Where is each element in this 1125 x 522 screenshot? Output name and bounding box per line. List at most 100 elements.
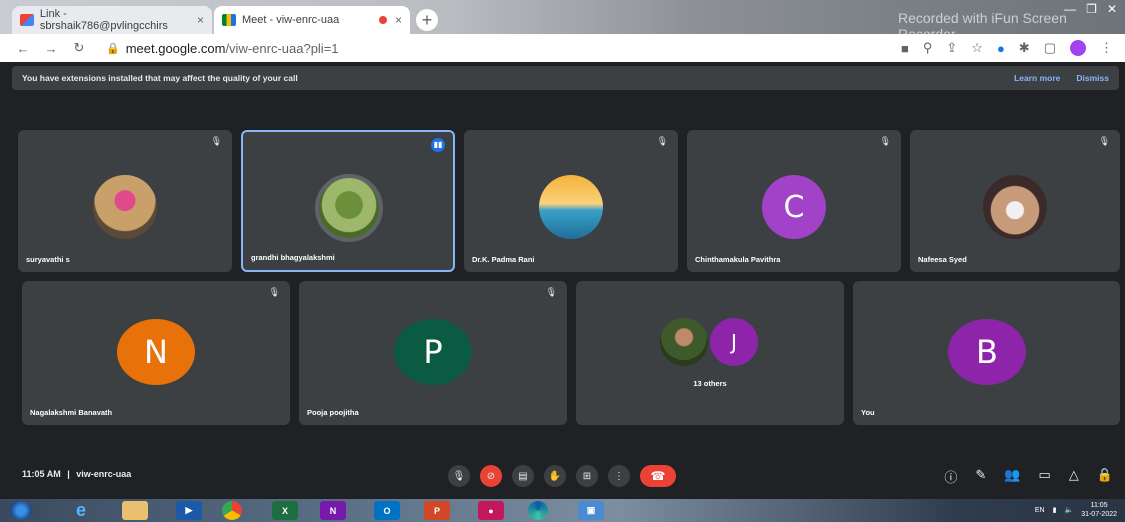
- microphone-button[interactable]: 🎙: [448, 465, 470, 487]
- participant-name: You: [861, 408, 875, 417]
- pin-icon[interactable]: ✎: [975, 467, 986, 486]
- dismiss-button[interactable]: Dismiss: [1076, 73, 1109, 83]
- edge-icon[interactable]: [528, 501, 548, 520]
- participant-avatar: C: [762, 175, 826, 239]
- participant-name: grandhi bhagyalakshmi: [251, 253, 335, 262]
- host-controls-icon[interactable]: 🔒: [1097, 467, 1113, 486]
- meeting-time: 11:05 AM: [22, 469, 61, 479]
- present-button[interactable]: ⊞: [576, 465, 598, 487]
- participant-name: suryavathi s: [26, 255, 70, 264]
- participant-tile[interactable]: 🎙 suryavathi s: [18, 130, 232, 272]
- sidepanel-icon[interactable]: ▢: [1044, 40, 1056, 56]
- windows-taskbar: e ▶ X N O P ● ▣ EN ▮ 🔈 11:05 31-07-2022: [0, 499, 1125, 522]
- info-icon[interactable]: ⓘ: [944, 467, 957, 486]
- meeting-details: 11:05 AM | viw-enrc-uaa: [22, 469, 131, 479]
- zoom-icon[interactable]: ⚲: [923, 40, 933, 56]
- more-icon: ⋮: [614, 470, 624, 482]
- camera-icon[interactable]: ■: [901, 41, 909, 56]
- participant-tile[interactable]: ▮▮ grandhi bhagyalakshmi: [241, 130, 455, 272]
- puzzle-icon[interactable]: ✱: [1019, 40, 1030, 56]
- mic-off-icon: 🎙: [210, 136, 222, 146]
- camera-off-icon: ⊘: [486, 470, 496, 482]
- participant-tile[interactable]: 🎙 Nafeesa Syed: [910, 130, 1120, 272]
- captions-button[interactable]: ▤: [512, 465, 534, 487]
- menu-icon[interactable]: ⋮: [1100, 40, 1113, 56]
- recording-dot-icon: [378, 16, 387, 24]
- participant-avatar: J: [710, 318, 758, 366]
- new-tab-button[interactable]: +: [416, 9, 438, 31]
- profile-avatar[interactable]: [1070, 40, 1086, 56]
- phone-hangup-icon: ☎: [650, 469, 666, 483]
- participant-name: Dr.K. Padma Rani: [472, 255, 535, 264]
- participant-tile[interactable]: 🎙 C Chinthamakula Pavithra: [687, 130, 901, 272]
- address-bar: ← → ↻ 🔒 meet.google.com/viw-enrc-uaa?pli…: [0, 34, 1125, 62]
- mic-off-icon: 🎙: [268, 287, 280, 297]
- start-button[interactable]: [10, 501, 32, 520]
- network-icon[interactable]: ▮: [1053, 506, 1057, 514]
- others-tile[interactable]: J 13 others: [576, 281, 844, 425]
- camera-off-button[interactable]: ⊘: [480, 465, 502, 487]
- browser-toolbar: ■ ⚲ ⇪ ☆ ● ✱ ▢ ⋮: [901, 40, 1113, 56]
- volume-icon[interactable]: 🔈: [1064, 506, 1073, 514]
- close-window-button[interactable]: ✕: [1107, 2, 1117, 16]
- learn-more-link[interactable]: Learn more: [1014, 73, 1060, 83]
- excel-icon[interactable]: X: [272, 501, 298, 520]
- mic-off-icon: 🎙: [879, 136, 891, 146]
- meet-icon: [222, 14, 236, 26]
- banner-text: You have extensions installed that may a…: [22, 73, 298, 83]
- url-field[interactable]: meet.google.com/viw-enrc-uaa?pli=1: [126, 41, 339, 56]
- raise-hand-button[interactable]: ✋: [544, 465, 566, 487]
- people-icon[interactable]: 👥: [1004, 467, 1020, 486]
- back-icon[interactable]: ←: [12, 41, 34, 56]
- screen-recorder-icon[interactable]: ●: [478, 501, 504, 520]
- chrome-icon[interactable]: [222, 501, 242, 520]
- captions-icon: ▤: [518, 470, 528, 482]
- tab-meet[interactable]: Meet - viw-enrc-uaa ×: [214, 6, 410, 34]
- others-count: 13 others: [693, 379, 727, 388]
- participant-tile-self[interactable]: B You: [853, 281, 1120, 425]
- mic-off-icon: 🎙: [545, 287, 557, 297]
- close-tab-icon[interactable]: ×: [197, 13, 204, 27]
- participant-photo: [539, 175, 603, 239]
- extension-icon[interactable]: ●: [997, 41, 1005, 56]
- ie-icon[interactable]: e: [68, 500, 94, 520]
- maximize-button[interactable]: ❐: [1086, 2, 1097, 16]
- participant-tile[interactable]: 🎙 P Pooja poojitha: [299, 281, 567, 425]
- more-options-button[interactable]: ⋮: [608, 465, 630, 487]
- lock-icon[interactable]: 🔒: [106, 42, 120, 55]
- taskbar-clock[interactable]: 11:05 31-07-2022: [1081, 501, 1117, 519]
- participant-photo: [660, 318, 708, 366]
- meeting-code: viw-enrc-uaa: [76, 469, 132, 479]
- close-tab-icon[interactable]: ×: [395, 13, 402, 27]
- forward-icon[interactable]: →: [40, 41, 62, 56]
- bookmark-star-icon[interactable]: ☆: [971, 40, 983, 56]
- participant-tile[interactable]: 🎙 Dr.K. Padma Rani: [464, 130, 678, 272]
- outlook-icon[interactable]: O: [374, 501, 400, 520]
- chat-icon[interactable]: ▭: [1039, 467, 1051, 486]
- participant-name: Chinthamakula Pavithra: [695, 255, 781, 264]
- language-indicator[interactable]: EN: [1035, 507, 1045, 514]
- participant-avatar: B: [948, 319, 1026, 385]
- onenote-icon[interactable]: N: [320, 501, 346, 520]
- url-host: meet.google.com: [125, 40, 226, 56]
- gmail-icon: [20, 14, 34, 26]
- present-icon: ⊞: [582, 470, 592, 482]
- activities-icon[interactable]: △: [1069, 467, 1079, 486]
- participant-tile[interactable]: 🎙 N Nagalakshmi Banavath: [22, 281, 290, 425]
- tab-gmail[interactable]: Link - sbrshaik786@pvlingcchirs ×: [12, 6, 212, 34]
- file-explorer-icon[interactable]: [122, 501, 148, 520]
- reload-icon[interactable]: ↻: [68, 40, 90, 56]
- leave-call-button[interactable]: ☎: [640, 465, 676, 487]
- participant-avatar: P: [394, 319, 472, 385]
- clock-date: 31-07-2022: [1081, 511, 1117, 518]
- media-player-icon[interactable]: ▶: [176, 501, 202, 520]
- meeting-controls-bar: 11:05 AM | viw-enrc-uaa 🎙 ⊘ ▤ ✋ ⊞ ⋮ ☎ ⓘ …: [0, 455, 1125, 499]
- minimize-button[interactable]: —: [1064, 2, 1076, 16]
- share-icon[interactable]: ⇪: [946, 40, 957, 56]
- url-path: /viw-enrc-uaa?pli=1: [225, 40, 339, 56]
- participant-avatar: N: [117, 319, 195, 385]
- powerpoint-icon[interactable]: P: [424, 501, 450, 520]
- side-panel-controls: ⓘ ✎ 👥 ▭ △ 🔒: [944, 467, 1113, 486]
- browser-chrome: Link - sbrshaik786@pvlingcchirs × Meet -…: [0, 0, 1125, 62]
- photos-icon[interactable]: ▣: [578, 501, 604, 520]
